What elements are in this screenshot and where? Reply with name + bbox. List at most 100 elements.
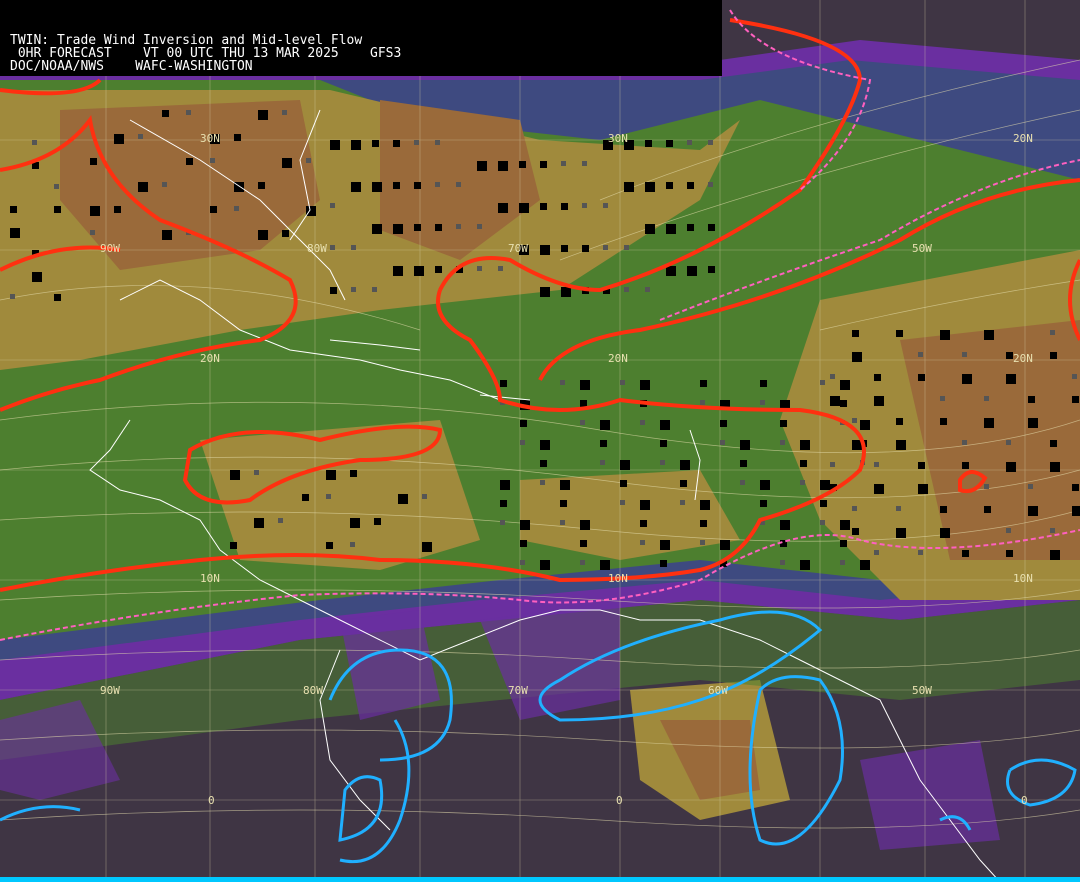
- label-20n-b: 20N: [200, 352, 220, 365]
- inversion-marker: [282, 230, 289, 237]
- inversion-marker: [760, 500, 767, 507]
- inversion-marker: [1050, 440, 1057, 447]
- inversion-marker: [580, 520, 590, 530]
- inversion-marker: [330, 203, 335, 208]
- inversion-marker: [520, 520, 530, 530]
- inversion-marker: [54, 294, 61, 301]
- inversion-marker: [680, 460, 690, 470]
- inversion-marker: [700, 400, 705, 405]
- inversion-marker: [258, 230, 268, 240]
- inversion-marker: [660, 420, 670, 430]
- inversion-marker: [282, 110, 287, 115]
- inversion-marker: [520, 420, 527, 427]
- inversion-marker: [372, 224, 382, 234]
- label-10n-c: 10N: [1013, 572, 1033, 585]
- inversion-marker: [860, 560, 870, 570]
- inversion-marker: [820, 380, 825, 385]
- inversion-marker: [351, 140, 361, 150]
- label-70w-a: 70W: [508, 242, 528, 255]
- inversion-marker: [830, 374, 835, 379]
- inversion-marker: [840, 520, 850, 530]
- inversion-marker: [640, 540, 645, 545]
- inversion-marker: [918, 352, 923, 357]
- inversion-marker: [624, 182, 634, 192]
- inversion-marker: [962, 550, 969, 557]
- inversion-marker: [1072, 374, 1077, 379]
- inversion-marker: [600, 440, 607, 447]
- inversion-marker: [984, 484, 989, 489]
- inversion-marker: [326, 494, 331, 499]
- label-10n-a: 10N: [200, 572, 220, 585]
- inversion-marker: [540, 287, 550, 297]
- inversion-marker: [852, 418, 857, 423]
- inversion-marker: [414, 266, 424, 276]
- inversion-marker: [700, 380, 707, 387]
- inversion-marker: [708, 266, 715, 273]
- inversion-marker: [680, 500, 685, 505]
- inversion-marker: [666, 182, 673, 189]
- inversion-marker: [477, 161, 487, 171]
- inversion-marker: [1006, 374, 1016, 384]
- inversion-marker: [687, 140, 692, 145]
- inversion-marker: [1050, 528, 1055, 533]
- inversion-marker: [393, 266, 403, 276]
- label-20n-d: 20N: [1013, 352, 1033, 365]
- inversion-marker: [666, 140, 673, 147]
- inversion-marker: [1006, 352, 1013, 359]
- inversion-marker: [393, 224, 403, 234]
- inversion-marker: [800, 440, 810, 450]
- inversion-marker: [498, 266, 503, 271]
- inversion-marker: [1050, 462, 1060, 472]
- inversion-marker: [820, 480, 830, 490]
- inversion-marker: [540, 560, 550, 570]
- inversion-marker: [456, 224, 461, 229]
- inversion-marker: [519, 161, 526, 168]
- inversion-marker: [414, 140, 419, 145]
- inversion-marker: [582, 203, 587, 208]
- inversion-marker: [326, 470, 336, 480]
- inversion-marker: [540, 440, 550, 450]
- label-50w-b: 50W: [912, 684, 932, 697]
- inversion-marker: [620, 480, 627, 487]
- inversion-marker: [10, 294, 15, 299]
- inversion-marker: [603, 203, 608, 208]
- inversion-marker: [32, 140, 37, 145]
- inversion-marker: [740, 480, 745, 485]
- inversion-marker: [162, 110, 169, 117]
- inversion-marker: [645, 287, 650, 292]
- inversion-marker: [414, 182, 421, 189]
- inversion-marker: [720, 420, 727, 427]
- inversion-marker: [414, 224, 421, 231]
- inversion-marker: [660, 460, 665, 465]
- inversion-marker: [186, 158, 193, 165]
- inversion-marker: [720, 440, 725, 445]
- inversion-marker: [918, 374, 925, 381]
- inversion-marker: [962, 440, 967, 445]
- inversion-marker: [435, 140, 440, 145]
- inversion-marker: [874, 396, 884, 406]
- inversion-marker: [254, 470, 259, 475]
- inversion-marker: [700, 500, 710, 510]
- inversion-marker: [498, 203, 508, 213]
- label-eq-b: 0: [616, 794, 623, 807]
- inversion-marker: [984, 330, 994, 340]
- inversion-marker: [54, 184, 59, 189]
- inversion-marker: [560, 520, 565, 525]
- inversion-marker: [740, 460, 747, 467]
- inversion-marker: [620, 500, 625, 505]
- inversion-marker: [760, 400, 765, 405]
- inversion-marker: [282, 158, 292, 168]
- inversion-marker: [740, 440, 750, 450]
- inversion-marker: [540, 161, 547, 168]
- inversion-marker: [90, 230, 95, 235]
- inversion-marker: [519, 203, 529, 213]
- inversion-marker: [940, 396, 945, 401]
- inversion-marker: [896, 330, 903, 337]
- inversion-marker: [874, 550, 879, 555]
- inversion-marker: [874, 462, 879, 467]
- inversion-marker: [580, 540, 587, 547]
- label-90w-a: 90W: [100, 242, 120, 255]
- inversion-marker: [700, 540, 705, 545]
- inversion-marker: [350, 470, 357, 477]
- inversion-marker: [620, 380, 625, 385]
